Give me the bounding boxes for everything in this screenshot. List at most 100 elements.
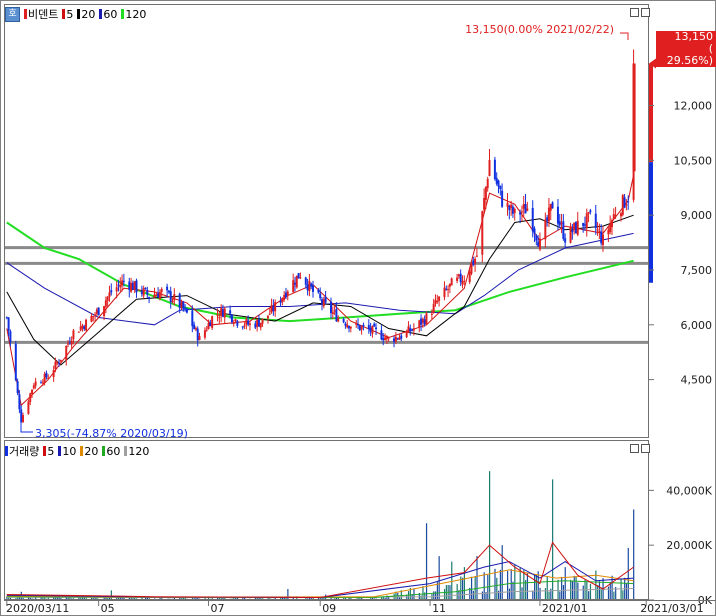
volume-bar xyxy=(508,588,511,600)
candle-body xyxy=(475,255,478,257)
candle-body xyxy=(286,291,289,295)
candle-body xyxy=(16,381,19,393)
candle-body xyxy=(232,323,235,325)
price-panel-controls xyxy=(630,8,650,17)
candle-body xyxy=(47,377,50,379)
volume-bar xyxy=(586,581,588,600)
volume-bar xyxy=(582,585,584,600)
x-tick-label: 2020/03/11 xyxy=(6,602,69,615)
price-range-bar-down xyxy=(649,162,653,283)
candle-body xyxy=(241,326,244,328)
candle-body xyxy=(574,222,577,234)
candle-body xyxy=(587,212,590,214)
price-y-tick-label: 10,500 xyxy=(674,154,713,167)
candle-body xyxy=(425,313,428,325)
price-range-bar-up xyxy=(649,63,653,163)
candle-body xyxy=(7,317,10,331)
candle-body xyxy=(456,277,459,281)
candle-body xyxy=(560,222,563,224)
volume-bar xyxy=(472,590,474,600)
candle-body xyxy=(104,300,107,307)
candle-body xyxy=(41,382,44,384)
candle-body xyxy=(248,323,251,325)
candle-body xyxy=(166,286,169,291)
candle-body xyxy=(627,201,630,203)
ma120-swatch-icon xyxy=(121,9,125,19)
maximize-icon[interactable] xyxy=(630,8,639,17)
close-icon[interactable] xyxy=(641,444,650,453)
volume-bar xyxy=(607,586,610,600)
candle-body xyxy=(324,296,327,303)
candle-body xyxy=(157,293,160,298)
candle-body xyxy=(585,213,588,229)
volume-bar xyxy=(598,581,601,600)
volume-bar xyxy=(571,581,574,600)
candle-body xyxy=(256,319,259,327)
volume-bar xyxy=(548,591,550,600)
x-tick-label: 07 xyxy=(211,602,225,615)
candle-body xyxy=(564,238,567,243)
candle-body xyxy=(306,284,309,291)
volume-title: 거래량 xyxy=(9,445,40,458)
candle-body xyxy=(367,325,370,330)
volume-bar xyxy=(425,523,428,600)
volume-bar xyxy=(633,509,635,600)
candle-body xyxy=(600,231,603,244)
ma5-label: 5 xyxy=(66,7,74,21)
legend-vol-ma60: 60 xyxy=(102,445,120,458)
candle-body xyxy=(445,288,448,290)
candle-body xyxy=(70,340,73,345)
candle-body xyxy=(198,336,201,340)
volume-bar xyxy=(470,576,473,600)
volume-bar xyxy=(532,590,534,600)
volume-bar xyxy=(613,591,615,600)
candle-body xyxy=(362,324,365,327)
candle-body xyxy=(418,320,421,328)
low-annotation: 3,305(-74.87% 2020/03/19) xyxy=(35,427,188,440)
chart-type-icon[interactable]: 호 xyxy=(5,6,20,22)
candle-body xyxy=(203,330,206,338)
price-legend: 호 비덴트 5 20 60 120 xyxy=(5,6,146,22)
candle-body xyxy=(272,305,275,311)
candle-body xyxy=(169,291,172,302)
candle-body xyxy=(259,322,262,328)
candle-body xyxy=(582,222,585,227)
ma60-swatch-icon xyxy=(99,9,103,19)
candle-body xyxy=(128,281,131,290)
current-price: 13,150 xyxy=(674,30,714,43)
candle-body xyxy=(400,335,403,339)
price-y-tick-label: 6,000 xyxy=(681,319,713,332)
candle-body xyxy=(27,401,30,414)
candle-body xyxy=(337,317,340,322)
x-tick-label: 2021/03/01 xyxy=(640,602,703,615)
candle-body xyxy=(519,212,522,215)
candle-body xyxy=(398,337,401,340)
candle-body xyxy=(573,222,576,231)
candle-body xyxy=(513,208,516,214)
volume-bar xyxy=(597,585,599,600)
volume-bar xyxy=(507,570,509,600)
candle-body xyxy=(257,319,260,327)
candle-body xyxy=(506,202,509,207)
candle-body xyxy=(483,197,486,210)
volume-y-tick-label: 20,000K xyxy=(666,539,712,552)
candle-body xyxy=(131,282,134,291)
candle-body xyxy=(607,229,610,235)
candle-body xyxy=(621,195,624,215)
candle-body xyxy=(443,287,446,298)
candle-body xyxy=(85,319,88,331)
close-icon[interactable] xyxy=(641,8,650,17)
volume-bar xyxy=(519,567,521,600)
candle-body xyxy=(589,210,592,213)
candle-body xyxy=(344,323,347,326)
volume-bar xyxy=(577,582,579,600)
maximize-icon[interactable] xyxy=(630,444,639,453)
candle-body xyxy=(583,224,586,226)
candle-body xyxy=(184,307,187,309)
candle-body xyxy=(196,328,199,341)
candle-body xyxy=(357,324,360,326)
candle-body xyxy=(108,292,111,297)
candle-body xyxy=(463,280,466,282)
candle-body xyxy=(193,324,196,329)
volume-bar xyxy=(620,578,622,600)
